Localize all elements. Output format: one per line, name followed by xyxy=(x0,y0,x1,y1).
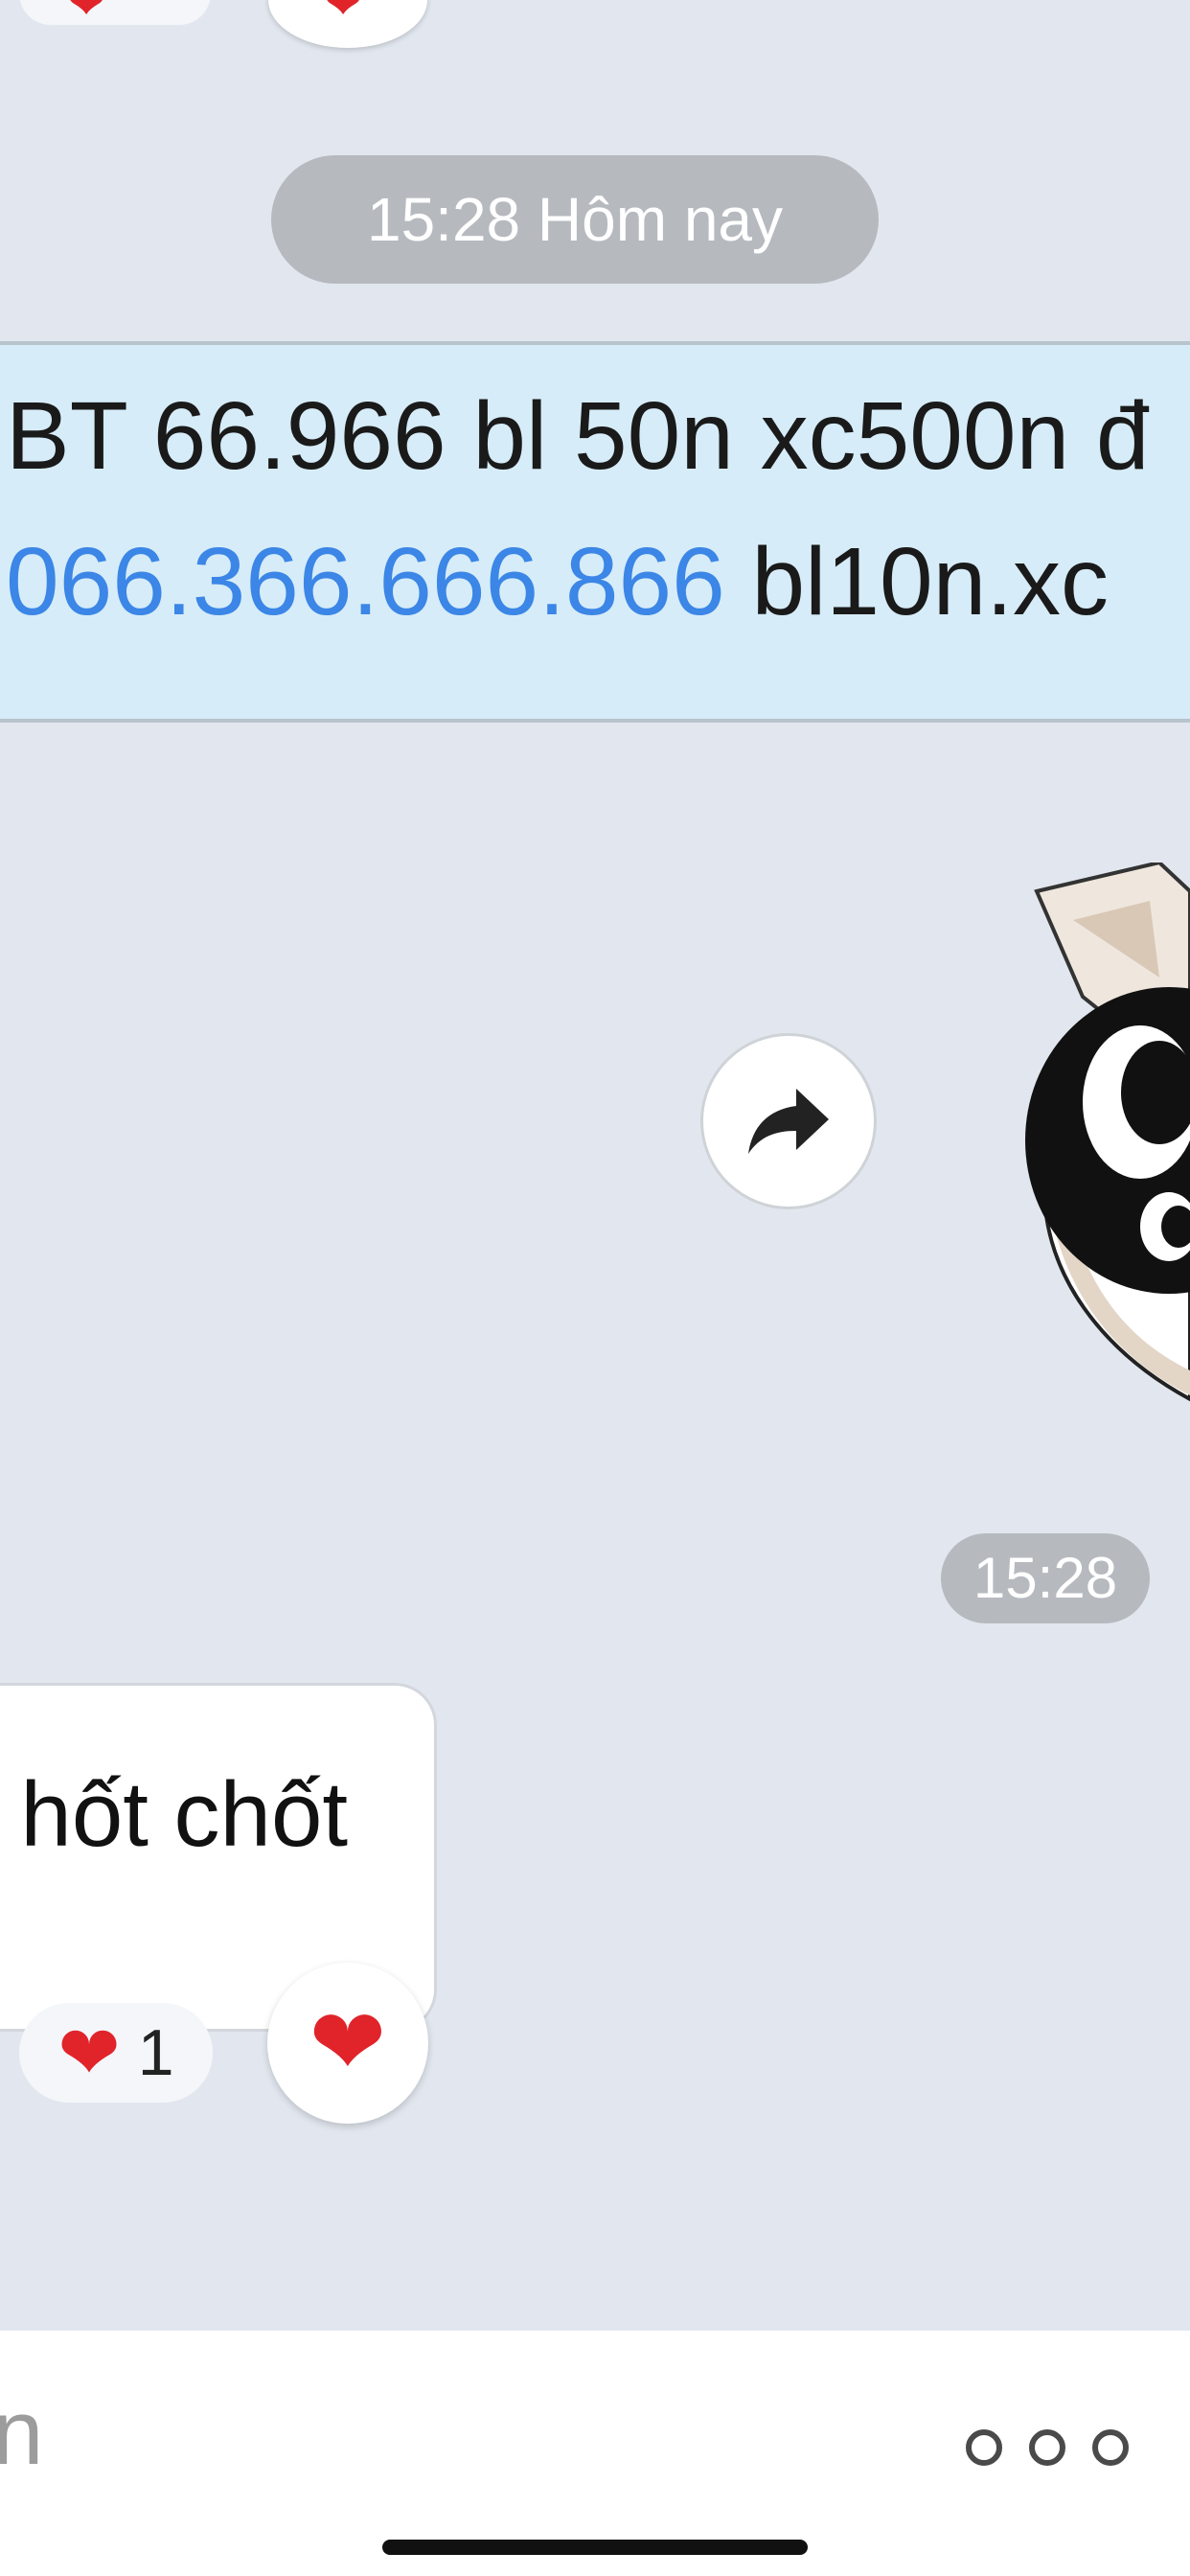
heart-icon: ❤ xyxy=(309,1991,387,2094)
react-button[interactable]: ❤ xyxy=(267,1963,428,2124)
sticker-image[interactable] xyxy=(1016,860,1190,1418)
message-input[interactable]: n xyxy=(0,2380,43,2486)
message-input-bar: n xyxy=(0,2331,1190,2576)
more-dots-icon xyxy=(1092,2429,1129,2466)
home-indicator[interactable] xyxy=(382,2540,808,2555)
previous-react-button[interactable]: ❤ xyxy=(268,0,427,48)
more-button[interactable] xyxy=(966,2421,1129,2474)
heart-icon: ❤ xyxy=(57,2011,121,2095)
notice-line-2: 066.366.666.866 bl10n.xc xyxy=(6,527,1109,637)
notice-banner[interactable]: BT 66.966 bl 50n xc500n đ 066.366.666.86… xyxy=(0,341,1190,723)
date-separator: 15:28 Hôm nay xyxy=(271,155,879,284)
share-arrow-icon xyxy=(748,1089,829,1154)
share-button[interactable] xyxy=(700,1033,877,1209)
notice-line-2-text: bl10n.xc xyxy=(724,528,1109,635)
more-dots-icon xyxy=(1029,2429,1065,2466)
previous-reaction-pill[interactable]: ❤ xyxy=(19,0,211,29)
message-text: hốt chốt xyxy=(20,1763,348,1866)
heart-icon: ❤ xyxy=(324,0,363,29)
notice-line-1: BT 66.966 bl 50n xc500n đ xyxy=(6,382,1150,490)
phone-link[interactable]: 066.366.666.866 xyxy=(6,528,725,635)
message-time: 15:28 xyxy=(941,1533,1150,1623)
heart-icon: ❤ xyxy=(67,0,106,29)
more-dots-icon xyxy=(966,2429,1002,2466)
reaction-count: 1 xyxy=(137,2016,174,2089)
reaction-summary[interactable]: ❤ 1 xyxy=(19,2003,213,2103)
